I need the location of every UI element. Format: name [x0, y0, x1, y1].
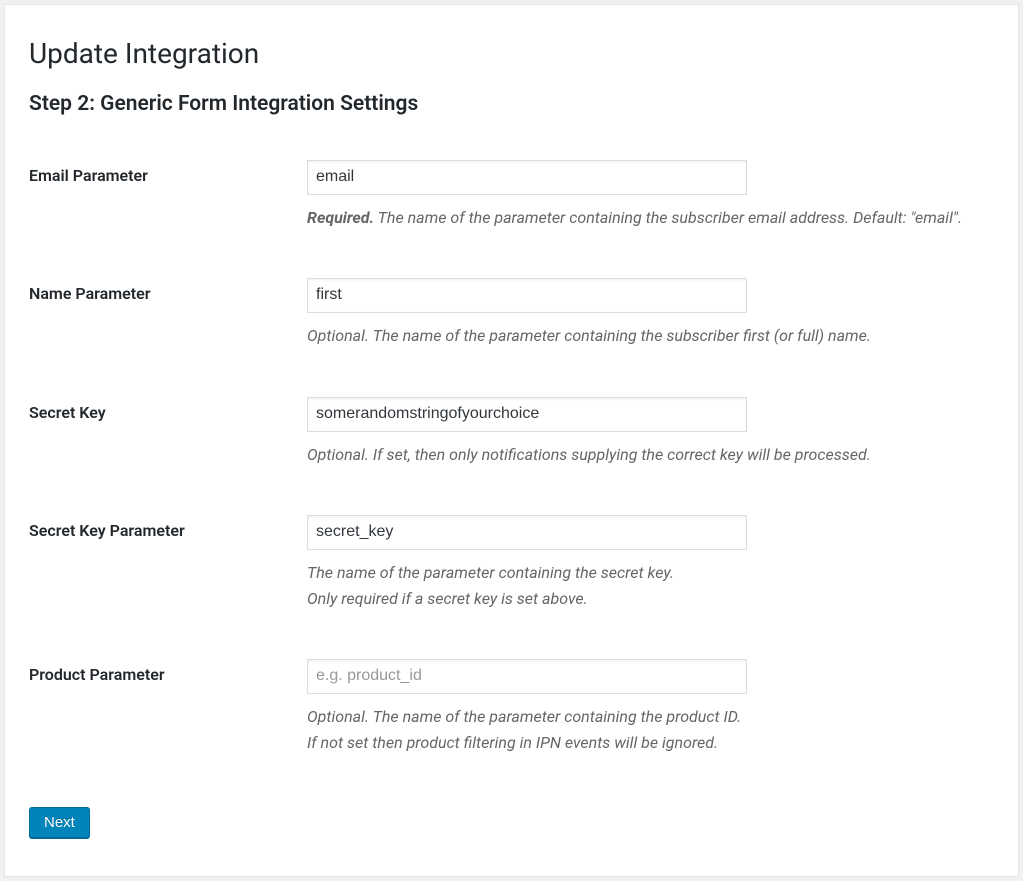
input-product-parameter[interactable]: [307, 659, 747, 694]
row-secret-key: Secret Key Optional. If set, then only n…: [29, 397, 994, 515]
desc-product-parameter-line2: If not set then product filtering in IPN…: [307, 733, 718, 752]
row-secret-key-parameter: Secret Key Parameter The name of the par…: [29, 515, 994, 659]
desc-email-parameter: Required. The name of the parameter cont…: [307, 205, 994, 231]
page-title: Update Integration: [29, 37, 994, 70]
label-secret-key-parameter: Secret Key Parameter: [29, 521, 185, 540]
input-secret-key-parameter[interactable]: [307, 515, 747, 550]
label-name-parameter: Name Parameter: [29, 284, 151, 303]
next-button[interactable]: Next: [29, 807, 90, 838]
row-product-parameter: Product Parameter Optional. The name of …: [29, 659, 994, 803]
row-name-parameter: Name Parameter Optional. The name of the…: [29, 278, 994, 396]
desc-product-parameter: Optional. The name of the parameter cont…: [307, 704, 994, 755]
input-email-parameter[interactable]: [307, 160, 747, 195]
desc-secret-key: Optional. If set, then only notification…: [307, 442, 994, 468]
desc-secret-key-parameter-line1: The name of the parameter containing the…: [307, 563, 674, 582]
desc-product-parameter-line1: Optional. The name of the parameter cont…: [307, 707, 741, 726]
label-product-parameter: Product Parameter: [29, 665, 165, 684]
desc-email-parameter-text: The name of the parameter containing the…: [374, 208, 962, 227]
desc-name-parameter: Optional. The name of the parameter cont…: [307, 323, 994, 349]
input-secret-key[interactable]: [307, 397, 747, 432]
settings-form-table: Email Parameter Required. The name of th…: [29, 160, 994, 803]
label-secret-key: Secret Key: [29, 403, 106, 422]
required-flag: Required.: [307, 208, 374, 227]
label-email-parameter: Email Parameter: [29, 166, 148, 185]
settings-panel: Update Integration Step 2: Generic Form …: [4, 4, 1019, 877]
desc-secret-key-parameter: The name of the parameter containing the…: [307, 560, 994, 611]
input-name-parameter[interactable]: [307, 278, 747, 313]
desc-secret-key-parameter-line2: Only required if a secret key is set abo…: [307, 589, 588, 608]
row-email-parameter: Email Parameter Required. The name of th…: [29, 160, 994, 278]
page-subtitle: Step 2: Generic Form Integration Setting…: [29, 92, 994, 116]
